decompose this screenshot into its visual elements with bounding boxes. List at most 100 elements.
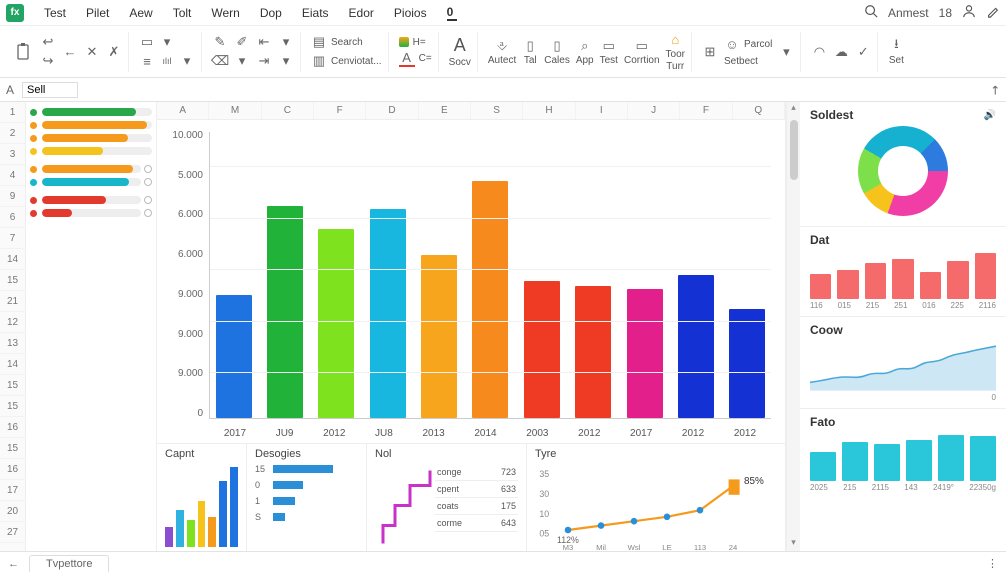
clear-icon[interactable]: ✗ xyxy=(106,44,122,60)
row-header[interactable]: 27 xyxy=(0,522,25,543)
slider-knob[interactable] xyxy=(144,209,152,217)
palette-bar[interactable] xyxy=(30,209,152,217)
col-header[interactable]: F xyxy=(314,102,366,119)
ribbon-parcol-label[interactable]: Parcol xyxy=(744,39,772,50)
card-nol[interactable]: Nol conge723cpent633coats175corme643 xyxy=(367,444,527,551)
card-coow[interactable]: Coow 0 xyxy=(800,317,1006,409)
col-header[interactable]: D xyxy=(366,102,418,119)
row-header[interactable]: 21 xyxy=(0,291,25,312)
palette-bar[interactable] xyxy=(30,178,152,186)
sound-icon[interactable]: 🔊 xyxy=(984,110,996,121)
ribbon-conv-label[interactable]: Cenviotat... xyxy=(331,56,382,67)
ribbon-cales[interactable]: ▯Cales xyxy=(544,38,570,66)
chevron-down-icon[interactable]: ▾ xyxy=(234,53,250,69)
align-left-icon[interactable]: ≡ xyxy=(139,53,155,69)
palette-bar[interactable] xyxy=(30,134,152,142)
menu-pioios[interactable]: Pioios xyxy=(384,6,437,20)
card-dat[interactable]: Dat 1160152152510162252116 xyxy=(800,227,1006,317)
menu-test[interactable]: Test xyxy=(34,6,76,20)
ribbon-test[interactable]: ▭Test xyxy=(600,38,618,66)
row-header[interactable]: 14 xyxy=(0,354,25,375)
sheet-tab[interactable]: Tvpettore xyxy=(29,555,109,572)
main-bar[interactable] xyxy=(421,255,457,418)
row-header[interactable]: 15 xyxy=(0,438,25,459)
card-capnt[interactable]: Capnt xyxy=(157,444,247,551)
font-color-icon[interactable]: A xyxy=(399,51,415,67)
cut-icon[interactable]: ✕ xyxy=(84,44,100,60)
ribbon-search-label[interactable]: Search xyxy=(331,37,363,48)
col-header[interactable]: A xyxy=(157,102,209,119)
ribbon-toor[interactable]: ⌂ToorTurr xyxy=(666,32,685,72)
check-icon[interactable]: ✓ xyxy=(855,44,871,60)
sheet-icon[interactable]: ▥ xyxy=(311,53,327,69)
row-header[interactable]: 17 xyxy=(0,480,25,501)
font-box-icon[interactable]: ▭ xyxy=(139,34,155,50)
more-icon[interactable]: ⋮ xyxy=(987,557,998,570)
row-header[interactable]: 16 xyxy=(0,459,25,480)
chevron-down-icon[interactable]: ▾ xyxy=(278,34,294,50)
col-header[interactable]: M xyxy=(209,102,261,119)
ribbon-autect[interactable]: ⎀Autect xyxy=(488,38,516,66)
col-header[interactable]: C xyxy=(262,102,314,119)
chevron-down-icon[interactable]: ▾ xyxy=(159,34,175,50)
underline-icon[interactable]: 0 xyxy=(437,5,467,21)
headset-icon[interactable]: ◠ xyxy=(811,44,827,60)
ribbon-app[interactable]: ⌕App xyxy=(576,38,594,66)
user-icon[interactable] xyxy=(962,4,976,21)
palette-bar[interactable] xyxy=(30,147,152,155)
menu-pilet[interactable]: Pilet xyxy=(76,6,119,20)
card-fato[interactable]: Fato 202521521151432419°22350g xyxy=(800,409,1006,498)
slider-knob[interactable] xyxy=(144,165,152,173)
row-header[interactable]: 13 xyxy=(0,333,25,354)
user-small-icon[interactable]: ☺ xyxy=(724,37,740,53)
edit-icon[interactable] xyxy=(986,4,1000,21)
main-bar[interactable] xyxy=(575,286,611,418)
menu-dop[interactable]: Dop xyxy=(250,6,292,20)
row-header[interactable]: 1 xyxy=(0,102,25,123)
menu-eiats[interactable]: Eiats xyxy=(292,6,339,20)
ribbon-group-icon[interactable]: ⊞ xyxy=(702,44,718,60)
undo-icon[interactable]: ↩ xyxy=(40,34,56,50)
main-bar[interactable] xyxy=(627,289,663,418)
expand-icon[interactable]: ↗ xyxy=(986,81,1003,98)
row-header[interactable]: 6 xyxy=(0,207,25,228)
scroll-down-icon[interactable]: ▾ xyxy=(791,537,796,551)
cloud-icon[interactable]: ☁ xyxy=(833,44,849,60)
indent-left-icon[interactable]: ⇤ xyxy=(256,34,272,50)
main-bar[interactable] xyxy=(318,229,354,418)
brush-icon[interactable]: ✎ xyxy=(212,34,228,50)
ribbon-big-a[interactable]: A Socv xyxy=(449,35,471,68)
col-header[interactable]: J xyxy=(628,102,680,119)
col-header[interactable]: H xyxy=(523,102,575,119)
row-header[interactable]: 15 xyxy=(0,375,25,396)
main-bar[interactable] xyxy=(678,275,714,418)
row-header[interactable]: 3 xyxy=(0,144,25,165)
main-bar[interactable] xyxy=(524,281,560,418)
ribbon-corrtion[interactable]: ▭Corrtion xyxy=(624,38,660,66)
pencil-icon[interactable]: ✐ xyxy=(234,34,250,50)
col-header[interactable]: F xyxy=(680,102,732,119)
col-header[interactable]: Q xyxy=(733,102,785,119)
row-header[interactable]: 9 xyxy=(0,186,25,207)
main-bar[interactable] xyxy=(472,181,508,418)
indent-right-icon[interactable]: ⇥ xyxy=(256,53,272,69)
row-header[interactable]: 15 xyxy=(0,396,25,417)
main-bar[interactable] xyxy=(216,295,252,418)
back-icon[interactable]: ← xyxy=(62,44,78,60)
eraser-icon[interactable]: ⌫ xyxy=(212,53,228,69)
name-box[interactable] xyxy=(22,82,78,98)
fill-icon[interactable] xyxy=(399,37,409,47)
card-desogies[interactable]: Desogies 1501S xyxy=(247,444,367,551)
menu-tolt[interactable]: Tolt xyxy=(163,6,202,20)
search-icon[interactable] xyxy=(864,4,878,21)
main-bar[interactable] xyxy=(370,209,406,418)
col-header[interactable]: E xyxy=(419,102,471,119)
palette-bar[interactable] xyxy=(30,121,152,129)
chevron-down-icon[interactable]: ▾ xyxy=(778,44,794,60)
col-header[interactable]: S xyxy=(471,102,523,119)
row-header[interactable]: 16 xyxy=(0,417,25,438)
slider-knob[interactable] xyxy=(144,178,152,186)
ribbon-setbect-label[interactable]: Setbect xyxy=(724,56,772,67)
row-header[interactable]: 20 xyxy=(0,501,25,522)
redo-icon[interactable]: ↪ xyxy=(40,53,56,69)
